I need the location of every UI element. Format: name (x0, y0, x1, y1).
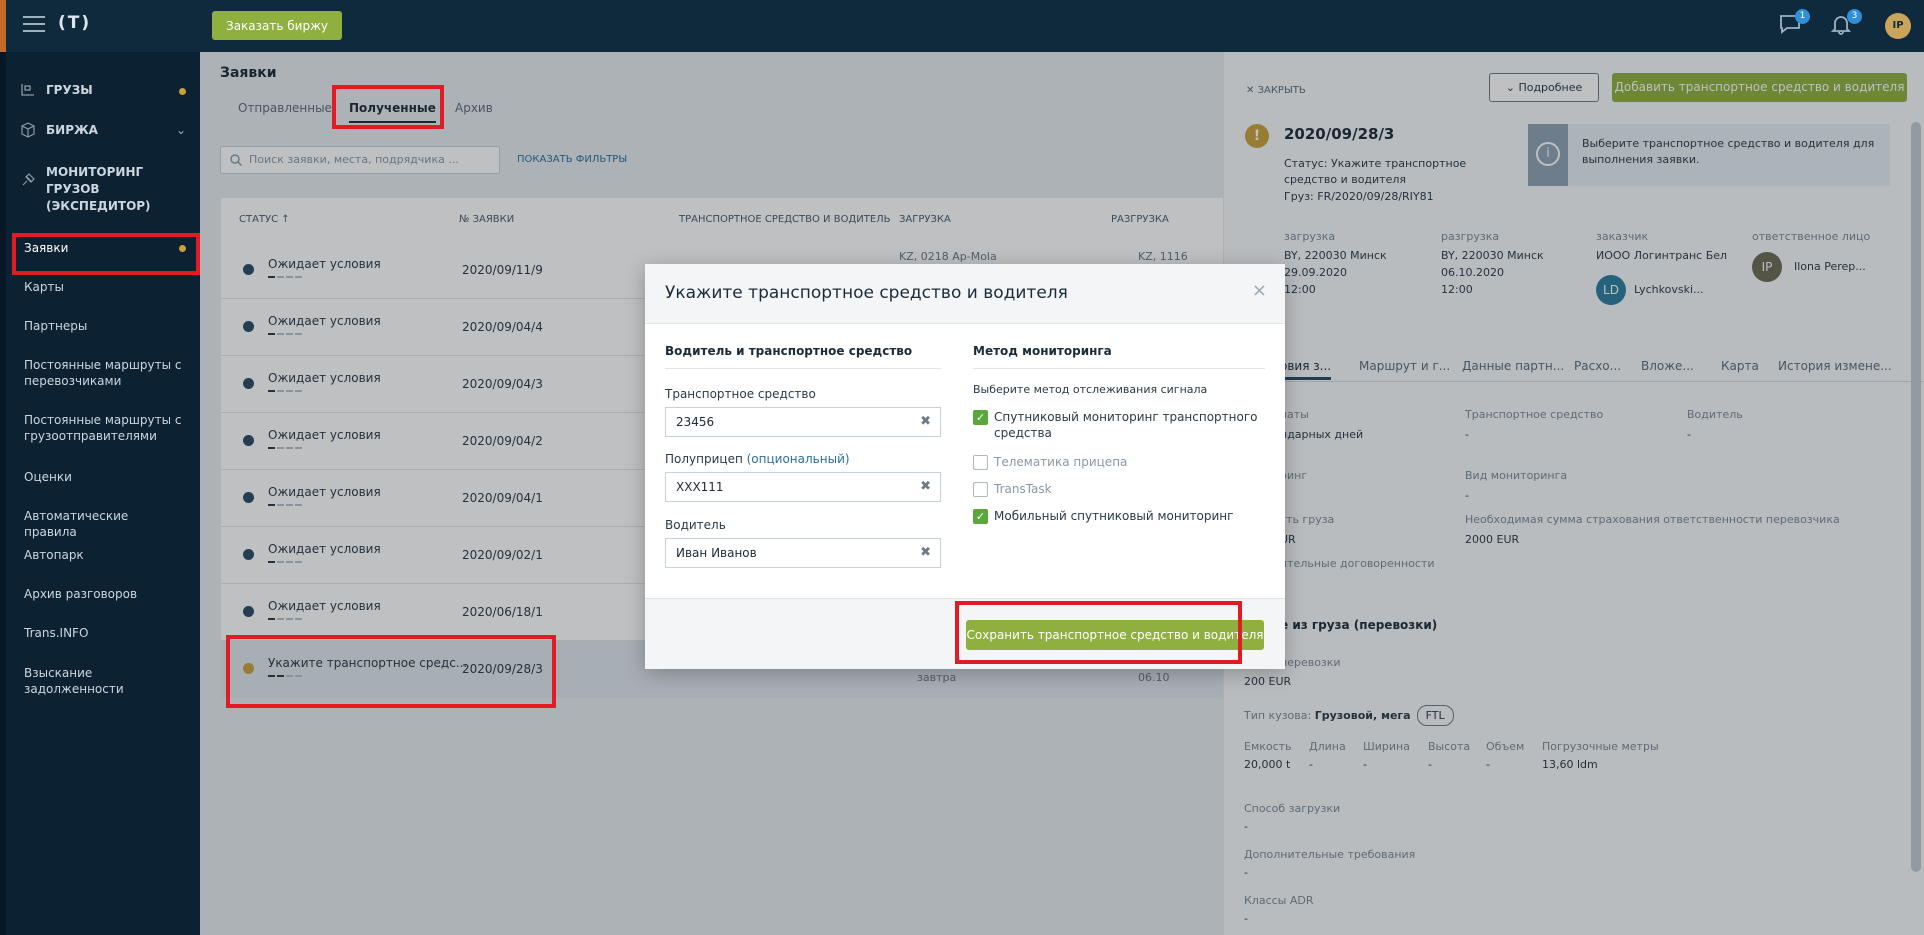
bell-badge: 3 (1847, 9, 1862, 24)
cargo-dot (179, 88, 186, 95)
option-label: Мобильный спутниковый мониторинг (994, 509, 1234, 523)
sidebar-strip (0, 52, 6, 935)
trailer-label-text: Полуприцеп (665, 452, 743, 466)
checkbox-checked[interactable]: ✓ (973, 410, 988, 425)
clear-icon[interactable]: ✖ (920, 473, 931, 501)
sidebar-item-transinfo[interactable]: Trans.INFO (24, 625, 184, 641)
save-vehicle-driver-button[interactable]: Сохранить транспортное средство и водите… (966, 620, 1264, 650)
trailer-label: Полуприцеп (опциональный) (665, 452, 850, 466)
mobile-monitoring-checkbox[interactable]: ✓ Мобильный спутниковый мониторинг (973, 508, 1258, 524)
sidebar-item-debt-collection[interactable]: Взыскание задолженности (24, 665, 184, 697)
sidebar-item-chat-archive[interactable]: Архив разговоров (24, 586, 184, 602)
user-avatar[interactable]: IP (1885, 13, 1911, 39)
sidebar-item-routes-shippers[interactable]: Постоянные маршруты с грузоотправителями (24, 412, 184, 444)
top-bar: (T) Заказать биржу 1 3 IP (0, 0, 1924, 52)
sidebar-group-cargo-label: ГРУЗЫ (46, 83, 93, 97)
option-label: Спутниковый мониторинг транспортного сре… (994, 410, 1258, 440)
driver-input[interactable]: Иван Иванов ✖ (665, 538, 941, 568)
monitoring-hint: Выберите метод отслеживания сигнала (973, 383, 1208, 396)
satellite-icon (22, 173, 35, 186)
order-exchange-button[interactable]: Заказать биржу (212, 11, 342, 40)
trailer-telematics-checkbox[interactable]: Телематика прицепа (973, 454, 1258, 470)
trailer-input[interactable]: XXX111 ✖ (665, 472, 941, 502)
sidebar-item-auto-rules[interactable]: Автоматические правила (24, 508, 184, 540)
menu-icon[interactable] (23, 16, 45, 32)
sidebar-group-monitoring-label: МОНИТОРИНГ ГРУЗОВ (ЭКСПЕДИТОР) (46, 165, 151, 213)
option-label: Телематика прицепа (994, 455, 1128, 469)
sidebar-group-exchange-label: БИРЖА (46, 123, 98, 137)
close-icon[interactable]: × (1252, 280, 1267, 301)
vehicle-input[interactable]: 23456 ✖ (665, 407, 941, 437)
cargo-icon (21, 84, 34, 96)
bell-icon[interactable]: 3 (1830, 9, 1862, 39)
vehicle-driver-modal: Укажите транспортное средство и водителя… (645, 264, 1285, 669)
requests-dot (179, 245, 186, 252)
vehicle-value: 23456 (676, 415, 715, 429)
sidebar-item-partners[interactable]: Партнеры (24, 318, 184, 334)
satellite-monitoring-checkbox[interactable]: ✓ Спутниковый мониторинг транспортного с… (973, 409, 1258, 441)
driver-value: Иван Иванов (676, 546, 757, 560)
sidebar-group-exchange[interactable]: БИРЖА (20, 122, 98, 138)
driver-label: Водитель (665, 518, 726, 532)
sidebar-item-fleet[interactable]: Автопарк (24, 547, 184, 563)
sidebar-item-requests[interactable]: Заявки (24, 240, 184, 256)
clear-icon[interactable]: ✖ (920, 539, 931, 567)
logo[interactable]: (T) (58, 13, 91, 33)
sidebar-item-maps[interactable]: Карты (24, 279, 184, 295)
option-label: TransTask (994, 482, 1052, 496)
divider (973, 368, 1265, 369)
chat-badge: 1 (1795, 9, 1810, 24)
checkbox-unchecked[interactable] (973, 482, 988, 497)
driver-vehicle-heading: Водитель и транспортное средство (665, 344, 913, 358)
sidebar-item-ratings[interactable]: Оценки (24, 469, 184, 485)
trailer-optional: (опциональный) (746, 452, 850, 466)
sidebar-item-routes-carriers[interactable]: Постоянные маршруты с перевозчиками (24, 357, 184, 389)
modal-title: Укажите транспортное средство и водителя (665, 283, 1068, 303)
trailer-value: XXX111 (676, 480, 724, 494)
chevron-down-icon[interactable]: ⌄ (176, 123, 186, 137)
checkbox-unchecked[interactable] (973, 455, 988, 470)
transtask-checkbox[interactable]: TransTask (973, 481, 1258, 497)
brand-strip (0, 0, 6, 52)
cube-icon (21, 122, 35, 138)
chat-icon[interactable]: 1 (1778, 9, 1810, 39)
monitoring-heading: Метод мониторинга (973, 344, 1112, 358)
sidebar-group-cargo[interactable]: ГРУЗЫ (20, 82, 93, 98)
vehicle-label: Транспортное средство (665, 387, 816, 401)
sidebar-group-monitoring[interactable]: МОНИТОРИНГ ГРУЗОВ (ЭКСПЕДИТОР) (20, 164, 171, 215)
checkbox-checked[interactable]: ✓ (973, 509, 988, 524)
modal-header: Укажите транспортное средство и водителя… (645, 264, 1285, 324)
divider (665, 368, 941, 369)
clear-icon[interactable]: ✖ (920, 408, 931, 436)
